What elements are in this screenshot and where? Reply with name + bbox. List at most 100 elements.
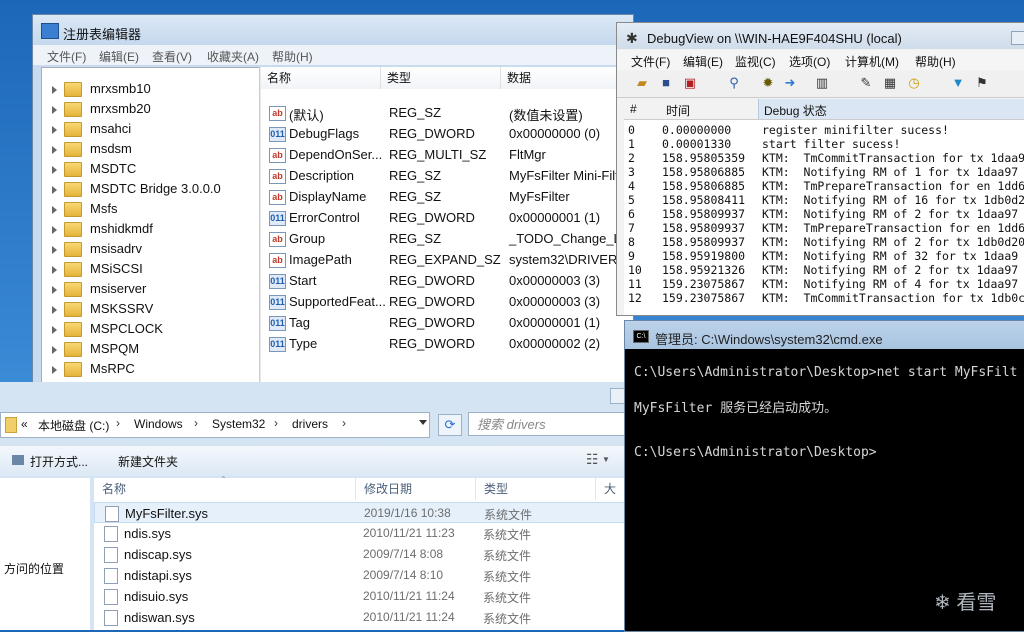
new-folder-button[interactable]: 新建文件夹 (118, 453, 178, 470)
col-size-header[interactable]: 大小 (596, 478, 626, 518)
breadcrumb-drivers[interactable]: drivers (292, 417, 328, 431)
expand-arrow-icon[interactable] (52, 326, 57, 334)
debug-line[interactable]: 7 158.95809937 KTM: TmPrepareTransaction f… (624, 221, 1024, 235)
menu-favorites[interactable]: 收藏夹(A) (207, 48, 259, 65)
menu-help[interactable]: 帮助(H) (915, 53, 956, 70)
file-row[interactable]: ndiscap.sys 2009/7/14 8:08 系统文件 (94, 544, 626, 565)
breadcrumb-arrow-icon[interactable]: › (342, 416, 346, 430)
registry-value-row[interactable]: ab DependOnSer... REG_MULTI_SZ FltMgr (261, 145, 633, 166)
breadcrumb-arrow-icon[interactable]: › (274, 416, 278, 430)
nav-item[interactable]: 方问的位置 (4, 560, 64, 577)
breadcrumb-system32[interactable]: System32 (212, 417, 265, 431)
expand-arrow-icon[interactable] (52, 166, 57, 174)
expand-arrow-icon[interactable] (52, 126, 57, 134)
menu-computer[interactable]: 计算机(M) (845, 53, 899, 70)
value-type: REG_DWORD (389, 273, 475, 288)
debug-line[interactable]: 0 0.00000000 register minifilter sucess! (624, 123, 1024, 137)
registry-value-row[interactable]: 011 Type REG_DWORD 0x00000002 (2) (261, 334, 633, 355)
save-icon[interactable]: ■ (657, 74, 675, 92)
debug-line[interactable]: 10 158.95921326 KTM: Notifying RM of 2 for… (624, 263, 1024, 277)
menu-edit[interactable]: 编辑(E) (683, 53, 723, 70)
debug-index: 4 (628, 179, 635, 193)
expand-arrow-icon[interactable] (52, 186, 57, 194)
menu-options[interactable]: 选项(O) (789, 53, 830, 70)
col-date-header[interactable]: 修改日期 (356, 478, 476, 500)
expand-arrow-icon[interactable] (52, 286, 57, 294)
registry-value-row[interactable]: 011 DebugFlags REG_DWORD 0x00000000 (0) (261, 124, 633, 145)
debug-line[interactable]: 1 0.00001330 start filter sucess! (624, 137, 1024, 151)
chevron-down-icon[interactable]: ▼ (602, 455, 610, 464)
filter-icon[interactable]: ✎ (857, 74, 875, 92)
view-options-icon[interactable]: ☷ (586, 451, 599, 468)
open-icon[interactable]: ▰ (633, 74, 651, 92)
capture-icon[interactable]: ✹ (759, 74, 777, 92)
address-bar[interactable]: « 本地磁盘 (C:) › Windows › System32 › drive… (0, 412, 430, 438)
file-row[interactable]: ndistapi.sys 2009/7/14 8:10 系统文件 (94, 565, 626, 586)
capture-kernel-icon[interactable]: ▥ (813, 74, 831, 92)
debug-line[interactable]: 6 158.95809937 KTM: Notifying RM of 2 for … (624, 207, 1024, 221)
refresh-icon[interactable]: ⟳ (438, 414, 462, 436)
highlight-icon[interactable]: ▼ (949, 74, 967, 92)
registry-value-row[interactable]: 011 SupportedFeat... REG_DWORD 0x00000003 (… (261, 292, 633, 313)
col-data-header[interactable]: 数据 (501, 67, 633, 89)
clear-icon[interactable]: ▣ (681, 74, 699, 92)
history-icon[interactable]: ▦ (881, 74, 899, 92)
expand-arrow-icon[interactable] (52, 86, 57, 94)
debug-line[interactable]: 5 158.95808411 KTM: Notifying RM of 16 for… (624, 193, 1024, 207)
registry-value-row[interactable]: ab Group REG_SZ _TODO_Change_Lo (261, 229, 633, 250)
menu-edit[interactable]: 编辑(E) (99, 48, 139, 65)
registry-value-row[interactable]: 011 Start REG_DWORD 0x00000003 (3) (261, 271, 633, 292)
menu-file[interactable]: 文件(F) (47, 48, 86, 65)
file-row[interactable]: ndisuio.sys 2010/11/21 11:24 系统文件 (94, 586, 626, 607)
expand-arrow-icon[interactable] (52, 146, 57, 154)
registry-value-row[interactable]: 011 Tag REG_DWORD 0x00000001 (1) (261, 313, 633, 334)
debug-line[interactable]: 11 159.23075867 KTM: Notifying RM of 4 for… (624, 277, 1024, 291)
address-dropdown-icon[interactable] (419, 420, 427, 425)
debug-line[interactable]: 4 158.95806885 KTM: TmPrepareTransaction f… (624, 179, 1024, 193)
col-type-header[interactable]: 类型 (476, 478, 596, 500)
search-input[interactable]: 搜索 drivers (468, 412, 626, 436)
menu-capture[interactable]: 监视(C) (735, 53, 776, 70)
file-row[interactable]: ndiswan.sys 2010/11/21 11:24 系统文件 (94, 607, 626, 628)
debug-line[interactable]: 9 158.95919800 KTM: Notifying RM of 32 for… (624, 249, 1024, 263)
debug-line[interactable]: 2 158.95805359 KTM: TmCommitTransaction fo… (624, 151, 1024, 165)
expand-arrow-icon[interactable] (52, 366, 57, 374)
menu-file[interactable]: 文件(F) (631, 53, 670, 70)
debug-line[interactable]: 12 159.23075867 KTM: TmCommitTransaction f… (624, 291, 1024, 305)
file-row[interactable]: MyFsFilter.sys 2019/1/16 10:38 系统文件 (94, 502, 626, 523)
col-index-header[interactable]: # (630, 102, 637, 116)
window-button[interactable] (1011, 31, 1024, 45)
file-row[interactable]: ndis.sys 2010/11/21 11:23 系统文件 (94, 523, 626, 544)
registry-value-row[interactable]: ab ImagePath REG_EXPAND_SZ system32\DRIVERS (261, 250, 633, 271)
col-debug-header[interactable]: Debug 状态 (764, 102, 827, 119)
expand-arrow-icon[interactable] (52, 346, 57, 354)
registry-value-row[interactable]: 011 ErrorControl REG_DWORD 0x00000001 (1) (261, 208, 633, 229)
registry-value-row[interactable]: ab DisplayName REG_SZ MyFsFilter (261, 187, 633, 208)
menu-view[interactable]: 查看(V) (152, 48, 192, 65)
menu-help[interactable]: 帮助(H) (272, 48, 313, 65)
col-time-header[interactable]: 时间 (666, 102, 690, 119)
registry-value-row[interactable]: ab (默认) REG_SZ (数值未设置) (261, 103, 633, 124)
expand-arrow-icon[interactable] (52, 226, 57, 234)
col-type-header[interactable]: 类型 (381, 67, 501, 89)
connect-icon[interactable]: ⚑ (973, 74, 991, 92)
expand-arrow-icon[interactable] (52, 106, 57, 114)
expand-arrow-icon[interactable] (52, 306, 57, 314)
breadcrumb-drive[interactable]: 本地磁盘 (C:) (38, 417, 109, 434)
find-icon[interactable]: ⚲ (725, 74, 743, 92)
expand-arrow-icon[interactable] (52, 266, 57, 274)
clock-icon[interactable]: ◷ (905, 74, 923, 92)
open-with-button[interactable]: 打开方式... (30, 453, 88, 470)
expand-arrow-icon[interactable] (52, 206, 57, 214)
debug-line[interactable]: 8 158.95809937 KTM: Notifying RM of 2 for … (624, 235, 1024, 249)
expand-arrow-icon[interactable] (52, 246, 57, 254)
breadcrumb-arrow-icon[interactable]: › (194, 416, 198, 430)
breadcrumb-windows[interactable]: Windows (134, 417, 183, 431)
breadcrumb-overflow[interactable]: « (21, 417, 28, 431)
breadcrumb-arrow-icon[interactable]: › (116, 416, 120, 430)
registry-value-row[interactable]: ab Description REG_SZ MyFsFilter Mini-Filt (261, 166, 633, 187)
autoscroll-icon[interactable]: ➜ (781, 74, 799, 92)
debug-line[interactable]: 3 158.95806885 KTM: Notifying RM of 1 for … (624, 165, 1024, 179)
registry-key-tree[interactable]: mrxsmb10 mrxsmb20 msahci msdsm MSDTC MSDTC Br… (41, 67, 261, 397)
col-name-header[interactable]: 名称 (261, 67, 381, 89)
